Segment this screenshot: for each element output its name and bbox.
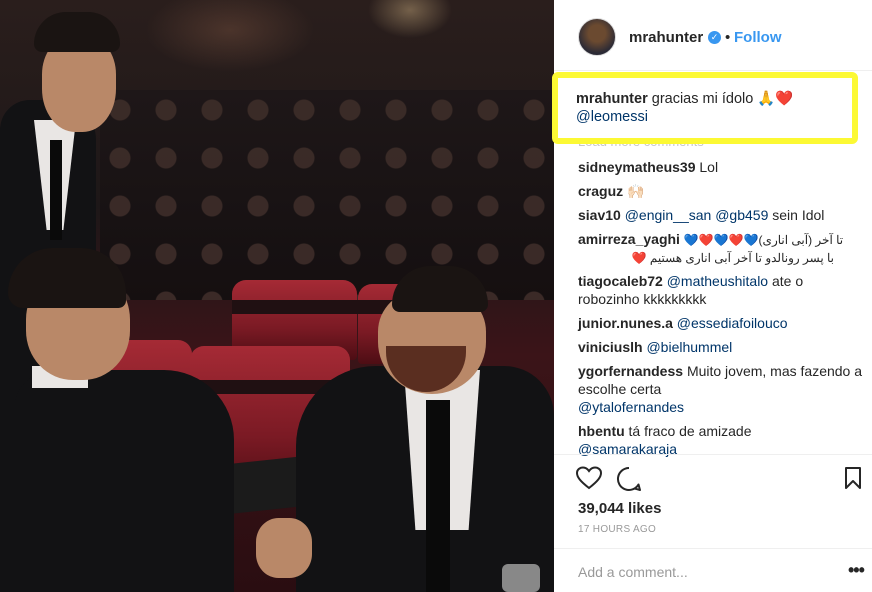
- comment-item: amirreza_yaghi 💙❤️💙❤️💙(آبی اناری) تا آخر…: [578, 230, 864, 267]
- comment-mention[interactable]: @bielhummel: [646, 339, 732, 355]
- comment-item: craguz 🙌🏻: [578, 182, 864, 200]
- comment-text: sein Idol: [772, 207, 825, 223]
- comment-username[interactable]: junior.nunes.a: [578, 315, 673, 331]
- standing-man-hair: [34, 12, 120, 52]
- comment-mention[interactable]: @engin__san @gb459: [625, 207, 769, 223]
- header-separator: •: [725, 29, 731, 46]
- comment-item: siav10 @engin__san @gb459 sein Idol: [578, 206, 864, 224]
- header-username[interactable]: mrahunter: [629, 29, 703, 46]
- post-header: mrahunter ✓ • Follow: [554, 0, 872, 70]
- comment-item: ygorfernandess Muito jovem, mas fazendo …: [578, 362, 864, 416]
- comment-text: Lol: [699, 159, 719, 175]
- post-photo[interactable]: [0, 0, 554, 592]
- divider: [554, 454, 872, 455]
- like-count[interactable]: 39,044 likes: [578, 500, 661, 517]
- post-sidebar: mrahunter ✓ • Follow Load more comments …: [552, 0, 872, 592]
- comment-username[interactable]: craguz: [578, 183, 623, 199]
- comment-item: hbentu tá fraco de amizade @samarakaraja: [578, 422, 864, 458]
- comment-username[interactable]: siav10: [578, 207, 621, 223]
- comment-item: junior.nunes.a @essediafoilouco: [578, 314, 864, 332]
- comment-username[interactable]: hbentu: [578, 423, 625, 439]
- comment-username[interactable]: tiagocaleb72: [578, 273, 663, 289]
- comment-username[interactable]: amirreza_yaghi: [578, 231, 680, 247]
- seated-man-tie: [426, 400, 450, 592]
- comment-text-line2: با پسر رونالدو تا آخر آبی اناری هستیم ❤️: [631, 251, 834, 265]
- audience-crowd: [100, 90, 554, 300]
- comment-item: viniciuslh @bielhummel: [578, 338, 864, 356]
- comment-mention[interactable]: @ytalofernandes: [578, 399, 684, 415]
- boy-body: [14, 370, 234, 592]
- caption-text: gracias mi ídolo 🙏❤️: [651, 91, 794, 107]
- caption: mrahunter gracias mi ídolo 🙏❤️ @leomessi: [576, 90, 846, 126]
- follow-button[interactable]: Follow: [734, 29, 782, 46]
- divider: [554, 70, 872, 71]
- avatar[interactable]: [578, 18, 616, 56]
- comment-icon[interactable]: [616, 466, 642, 492]
- comment-mention[interactable]: @essediafoilouco: [677, 315, 788, 331]
- caption-mention[interactable]: @leomessi: [576, 109, 648, 125]
- more-options-button[interactable]: •••: [848, 560, 865, 581]
- heart-icon[interactable]: [576, 466, 602, 490]
- comment-item: sidneymatheus39 Lol: [578, 158, 864, 176]
- wrist-watch: [502, 564, 540, 592]
- divider: [554, 548, 872, 549]
- add-comment-input[interactable]: Add a comment...: [578, 564, 688, 580]
- standing-man-tie: [50, 140, 62, 240]
- handshake: [256, 518, 312, 578]
- comment-item: tiagocaleb72 @matheushitalo ate o robozi…: [578, 272, 864, 308]
- comment-text: 💙❤️💙❤️💙(آبی اناری) تا آخر: [683, 233, 844, 247]
- comment-username[interactable]: sidneymatheus39: [578, 159, 696, 175]
- comment-username[interactable]: ygorfernandess: [578, 363, 683, 379]
- comment-username[interactable]: viniciuslh: [578, 339, 643, 355]
- caption-username[interactable]: mrahunter: [576, 91, 648, 107]
- post-timestamp[interactable]: 17 HOURS AGO: [578, 524, 656, 535]
- bookmark-icon[interactable]: [844, 466, 862, 490]
- comment-text: 🙌🏻: [627, 183, 645, 199]
- verified-icon: ✓: [708, 31, 721, 44]
- boy-hair: [8, 248, 126, 308]
- comment-text: tá fraco de amizade: [628, 423, 752, 439]
- comment-mention[interactable]: @matheushitalo: [667, 273, 768, 289]
